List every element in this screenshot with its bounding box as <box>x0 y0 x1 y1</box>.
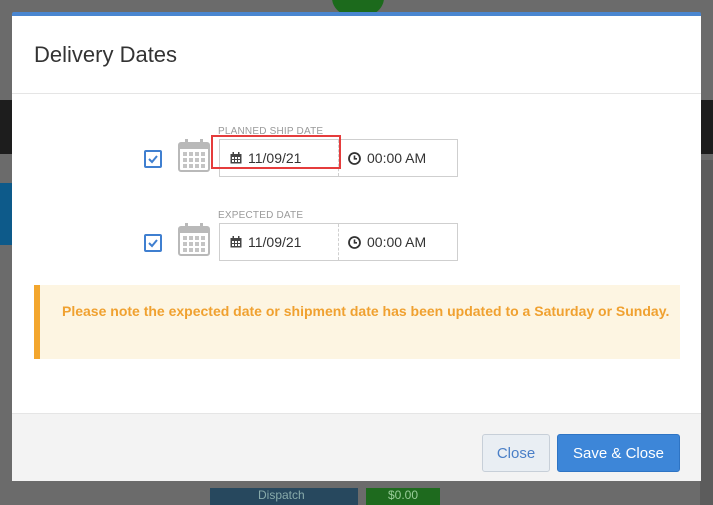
planned-ship-time-input[interactable]: 00:00 AM <box>340 140 457 176</box>
background-dispatch-button: Dispatch <box>210 488 358 505</box>
expected-time-input[interactable]: 00:00 AM <box>340 224 457 260</box>
background-amount-button: $0.00 <box>366 488 440 505</box>
calendar-icon[interactable] <box>178 222 210 256</box>
background-side-panel <box>700 160 713 505</box>
expected-time-value: 00:00 AM <box>367 234 427 250</box>
alert-text: Please note the expected date or shipmen… <box>62 303 670 319</box>
save-and-close-button[interactable]: Save & Close <box>557 434 680 472</box>
close-button[interactable]: Close <box>482 434 550 472</box>
background-panel <box>0 183 12 245</box>
clock-icon <box>348 235 361 249</box>
check-icon <box>148 155 158 164</box>
check-icon <box>148 239 158 248</box>
planned-ship-date-checkbox[interactable] <box>144 150 162 168</box>
modal-header: Delivery Dates <box>12 16 701 94</box>
expected-date-label: EXPECTED DATE <box>218 210 304 221</box>
expected-date-field: 11/09/21 00:00 AM <box>219 223 458 261</box>
planned-ship-time-value: 00:00 AM <box>367 150 427 166</box>
modal-title: Delivery Dates <box>34 42 178 67</box>
calendar-icon[interactable] <box>178 138 210 172</box>
expected-date-checkbox[interactable] <box>144 234 162 252</box>
calendar-small-icon <box>230 236 242 248</box>
modal-body: PLANNED SHIP DATE 11/09/21 00:00 AM EXPE… <box>12 94 701 411</box>
expected-date-value: 11/09/21 <box>248 234 302 250</box>
clock-icon <box>348 151 361 165</box>
delivery-dates-modal: Delivery Dates PLANNED SHIP DATE 11/09/2… <box>12 12 701 481</box>
expected-date-input[interactable]: 11/09/21 <box>220 224 339 260</box>
weekend-warning-alert: Please note the expected date or shipmen… <box>34 285 680 359</box>
highlight-box <box>211 135 341 169</box>
